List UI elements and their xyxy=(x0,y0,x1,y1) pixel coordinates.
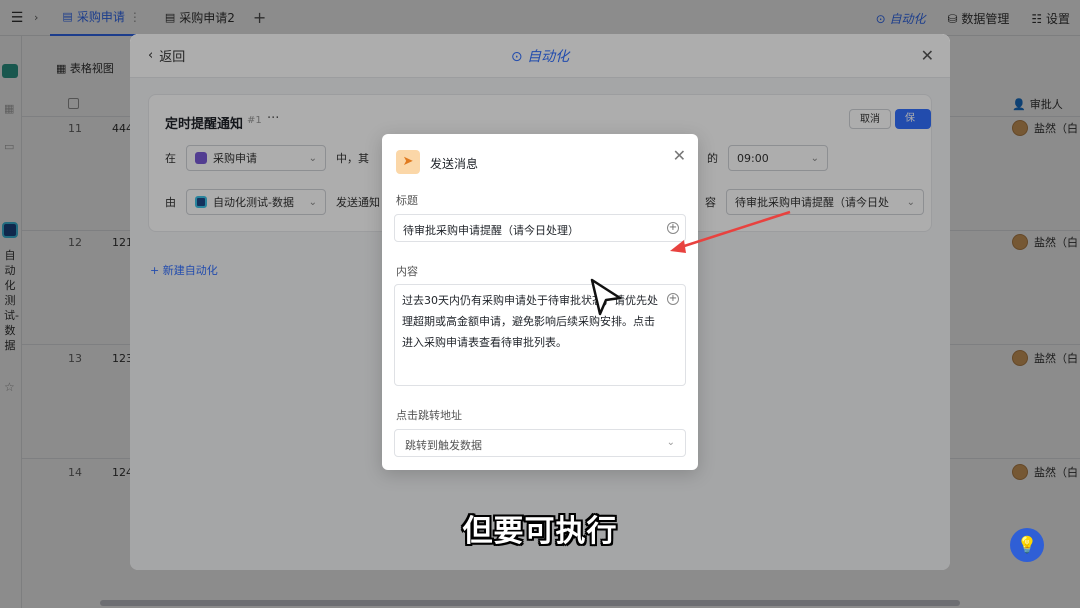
insert-field-icon[interactable]: + xyxy=(667,293,679,305)
insert-field-icon[interactable]: + xyxy=(667,222,679,234)
jump-select[interactable]: 跳转到触发数据 ⌄ xyxy=(394,429,686,457)
jump-label: 点击跳转地址 xyxy=(396,409,462,422)
send-message-dialog: ➤ 发送消息 ✕ 标题 待审批采购申请提醒（请今日处理） + 内容 过去30天内… xyxy=(382,134,698,470)
dialog-title: 发送消息 xyxy=(430,157,479,171)
content-label: 内容 xyxy=(396,265,418,278)
title-input[interactable]: 待审批采购申请提醒（请今日处理） + xyxy=(394,214,686,242)
chevron-down-icon: ⌄ xyxy=(666,437,675,448)
horizontal-scrollbar[interactable] xyxy=(100,600,960,606)
paper-plane-icon: ➤ xyxy=(396,150,420,174)
video-caption: 但要可执行 xyxy=(462,514,618,549)
title-label: 标题 xyxy=(396,194,418,207)
lightbulb-icon[interactable]: 💡 xyxy=(1010,528,1044,562)
content-textarea[interactable]: 过去30天内仍有采购申请处于待审批状态，请优先处理超期或高金额申请，避免影响后续… xyxy=(394,284,686,386)
close-icon[interactable]: ✕ xyxy=(673,146,686,165)
